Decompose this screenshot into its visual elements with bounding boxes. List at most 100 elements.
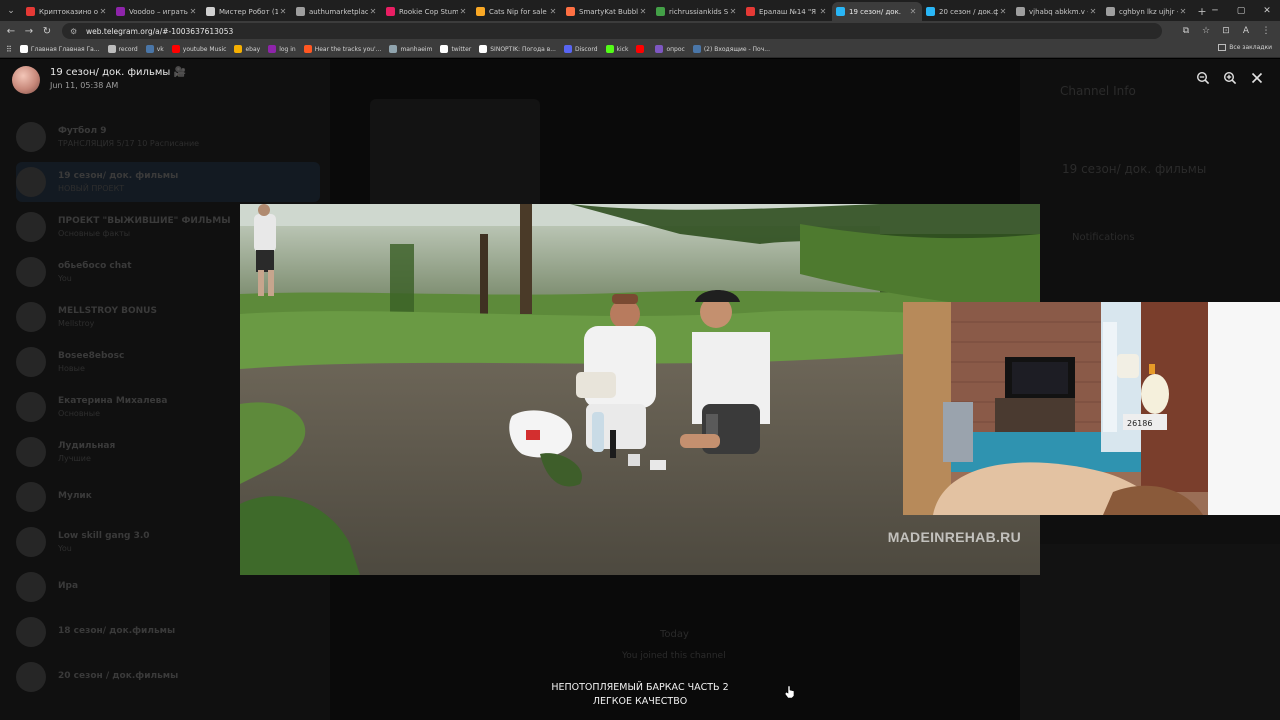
tab-close-icon[interactable]: ✕ — [548, 7, 558, 16]
bookmark-item[interactable]: Hear the tracks you'... — [303, 45, 382, 53]
bookmark-label: Главная Главная Га... — [30, 45, 100, 53]
bookmark-item[interactable]: record — [107, 45, 138, 53]
chat-name: 18 сезон/ док.фильмы — [58, 625, 176, 636]
tab-close-icon[interactable]: ✕ — [98, 7, 108, 16]
address-bar[interactable]: ⚙ web.telegram.org/a/#-1003637613053 — [62, 23, 1162, 39]
media-caption: НЕПОТОПЛЯЕМЫЙ БАРКАС ЧАСТЬ 2 ЛЕГКОЕ КАЧЕ… — [0, 681, 1280, 709]
chat-avatar — [16, 212, 46, 242]
toolbar-actions: ⧉ ☆ ⊡ A ⋮ — [1176, 22, 1276, 40]
bookmark-item[interactable]: опрос — [655, 45, 685, 53]
chat-text: 19 сезон/ док. фильмы НОВЫЙ ПРОЕКТ — [58, 171, 320, 193]
reload-icon[interactable]: ↻ — [38, 22, 56, 40]
tab-favicon-icon — [926, 7, 935, 16]
browser-tab[interactable]: Voodoo – играть на✕ — [112, 2, 202, 21]
bookmark-item[interactable]: kick — [605, 45, 628, 53]
bookmark-item[interactable]: Главная Главная Га... — [19, 45, 100, 53]
bookmark-favicon-icon — [479, 45, 488, 53]
bookmark-item[interactable]: youtube Music — [171, 45, 226, 53]
chat-avatar — [16, 617, 46, 647]
channel-avatar[interactable] — [12, 66, 40, 94]
bookmark-item[interactable]: (2) Входящие - Поч... — [692, 45, 770, 53]
bookmark-item[interactable]: ebay — [234, 45, 260, 53]
minimize-icon[interactable]: ─ — [1202, 0, 1228, 21]
bookmark-item[interactable]: manhaeim — [389, 45, 432, 53]
bookmark-star-icon[interactable]: ☆ — [1196, 22, 1216, 40]
tab-title: 19 сезон/ док. — [849, 7, 902, 16]
close-window-icon[interactable]: ✕ — [1254, 0, 1280, 21]
bookmark-item[interactable]: SINOPTIK: Погода в... — [479, 45, 556, 53]
caption-line-1: НЕПОТОПЛЯЕМЫЙ БАРКАС ЧАСТЬ 2 — [551, 682, 729, 693]
bookmark-label: SINOPTIK: Погода в... — [490, 45, 556, 53]
tab-favicon-icon — [746, 7, 755, 16]
viewer-channel-title[interactable]: 19 сезон/ док. фильмы 🎥 — [50, 67, 186, 78]
tab-title: Voodoo – играть на — [129, 7, 188, 16]
tab-close-icon[interactable]: ✕ — [188, 7, 198, 16]
chat-list-item[interactable]: 19 сезон/ док. фильмы НОВЫЙ ПРОЕКТ — [16, 162, 320, 202]
close-viewer-icon[interactable] — [1243, 68, 1270, 88]
browser-tab[interactable]: Cats Nip for sale | eBay✕ — [472, 2, 562, 21]
pip-frame-image: 26186 — [903, 302, 1280, 515]
bookmark-item[interactable]: Discord — [563, 45, 598, 53]
tab-title: vjhabq abkkm.v - Google — [1029, 7, 1088, 16]
browser-tab[interactable]: 20 сезон / док.фильмы✕ — [922, 2, 1012, 21]
all-bookmarks-button[interactable]: Все закладки — [1218, 44, 1272, 51]
extensions-icon[interactable]: ⊡ — [1216, 22, 1236, 40]
bookmark-label: Hear the tracks you'... — [314, 45, 382, 53]
tab-title: SmartyKat Bubble N — [579, 7, 638, 16]
tab-favicon-icon — [386, 7, 395, 16]
tab-close-icon[interactable]: ✕ — [278, 7, 288, 16]
browser-tab[interactable]: Криптоказино онлайн✕ — [22, 2, 112, 21]
pip-webcam[interactable]: 26186 — [903, 302, 1280, 515]
tab-list: Криптоказино онлайн✕Voodoo – играть на✕М… — [22, 2, 1192, 21]
chat-avatar — [16, 347, 46, 377]
bookmark-favicon-icon — [171, 45, 180, 53]
tab-close-icon[interactable]: ✕ — [1088, 7, 1098, 16]
browser-tab[interactable]: 19 сезон/ док. ✕ — [832, 2, 922, 21]
chat-list-item[interactable]: Футбол 9 ТРАНСЛЯЦИЯ 5/17 10 Расписание — [16, 117, 320, 157]
tab-close-icon[interactable]: ✕ — [908, 7, 918, 16]
zoom-out-icon[interactable] — [1189, 68, 1216, 88]
bookmark-item[interactable]: log in — [268, 45, 296, 53]
forward-icon[interactable]: → — [20, 22, 38, 40]
browser-tab[interactable]: Ералаш №14 "Я с"✕ — [742, 2, 832, 21]
tab-title: cghbyn lkz ujhjr - Google — [1119, 7, 1178, 16]
browser-tab[interactable]: Rookie Cop Stumbles✕ — [382, 2, 472, 21]
chat-avatar — [16, 437, 46, 467]
profile-icon[interactable]: A — [1236, 22, 1256, 40]
tab-search-icon[interactable]: ⌄ — [0, 0, 22, 21]
browser-tab[interactable]: Мистер Робот (1-4✕ — [202, 2, 292, 21]
apps-icon[interactable]: ⠿ — [6, 45, 12, 54]
tab-title: Cats Nip for sale | eBay — [489, 7, 548, 16]
bookmark-item[interactable]: vk — [145, 45, 164, 53]
mouse-pointer-icon — [785, 686, 794, 698]
tab-close-icon[interactable]: ✕ — [1178, 7, 1188, 16]
bookmark-label: log in — [279, 45, 296, 53]
chat-list-item[interactable]: 18 сезон/ док.фильмы — [16, 612, 320, 652]
browser-tab[interactable]: authumarketplace.com✕ — [292, 2, 382, 21]
tab-close-icon[interactable]: ✕ — [368, 7, 378, 16]
back-icon[interactable]: ← — [2, 22, 20, 40]
browser-tab[interactable]: vjhabq abkkm.v - Google✕ — [1012, 2, 1102, 21]
tab-close-icon[interactable]: ✕ — [458, 7, 468, 16]
site-info-icon[interactable]: ⚙ — [70, 27, 80, 36]
browser-tab[interactable]: SmartyKat Bubble N✕ — [562, 2, 652, 21]
tab-favicon-icon — [1016, 7, 1025, 16]
tab-close-icon[interactable]: ✕ — [998, 7, 1008, 16]
browser-tab[interactable]: richrussiankids Stream✕ — [652, 2, 742, 21]
browser-tab[interactable]: cghbyn lkz ujhjr - Google✕ — [1102, 2, 1192, 21]
bookmark-item[interactable] — [636, 45, 647, 53]
tab-favicon-icon — [26, 7, 35, 16]
tab-close-icon[interactable]: ✕ — [728, 7, 738, 16]
tab-close-icon[interactable]: ✕ — [638, 7, 648, 16]
cast-icon[interactable]: ⧉ — [1176, 22, 1196, 40]
tab-close-icon[interactable]: ✕ — [818, 7, 828, 16]
chat-avatar — [16, 482, 46, 512]
zoom-in-icon[interactable] — [1216, 68, 1243, 88]
menu-icon[interactable]: ⋮ — [1256, 22, 1276, 40]
browser-toolbar: ← → ↻ ⚙ web.telegram.org/a/#-10036376130… — [0, 21, 1280, 41]
bookmark-item[interactable]: twitter — [440, 45, 471, 53]
url-text: web.telegram.org/a/#-1003637613053 — [86, 26, 234, 36]
chat-name: 20 сезон / док.фильмы — [58, 670, 179, 681]
tab-title: richrussiankids Stream — [669, 7, 728, 16]
maximize-icon[interactable]: ▢ — [1228, 0, 1254, 21]
